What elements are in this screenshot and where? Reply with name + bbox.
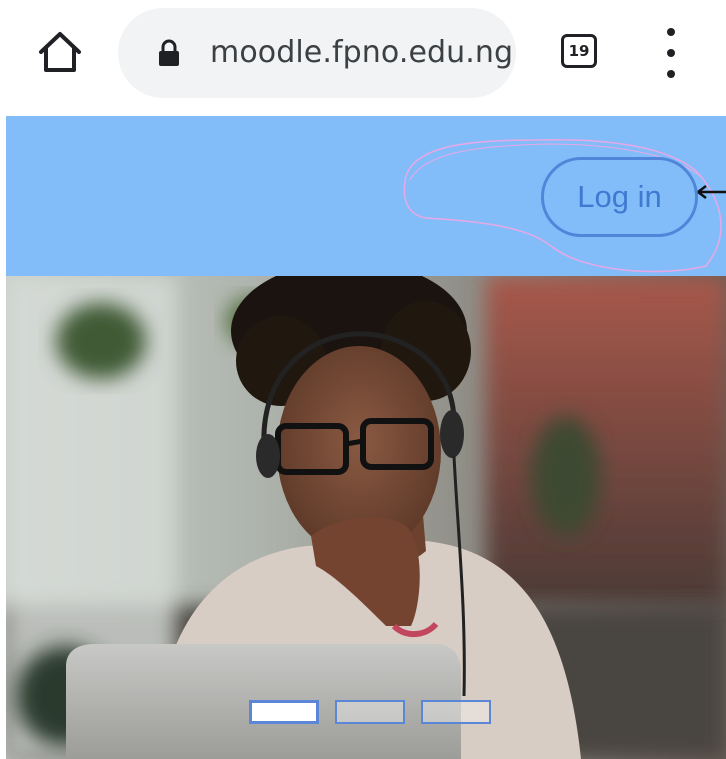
login-button[interactable]: Log in xyxy=(541,157,698,237)
url-text: moodle.fpno.edu.ng xyxy=(210,35,514,70)
tab-switcher-button[interactable]: 19 xyxy=(561,34,597,68)
site-header: Log in xyxy=(6,116,726,276)
menu-dot xyxy=(667,49,675,57)
hero-banner xyxy=(6,276,726,759)
more-menu-button[interactable] xyxy=(656,28,686,78)
home-icon xyxy=(39,32,81,72)
carousel-indicator-3[interactable] xyxy=(421,700,491,724)
home-button[interactable] xyxy=(36,28,84,76)
address-bar[interactable]: moodle.fpno.edu.ng xyxy=(118,8,516,98)
carousel-indicator-1[interactable] xyxy=(249,700,319,724)
browser-toolbar: moodle.fpno.edu.ng 19 xyxy=(0,0,726,110)
tab-count: 19 xyxy=(568,42,590,60)
hero-photo xyxy=(6,276,726,759)
arrow-annotation-icon xyxy=(697,185,726,199)
more-vert-icon xyxy=(667,28,675,36)
menu-dot xyxy=(667,70,675,78)
carousel-indicator-2[interactable] xyxy=(335,700,405,724)
lock-icon xyxy=(159,39,179,66)
carousel-indicators xyxy=(249,700,491,724)
